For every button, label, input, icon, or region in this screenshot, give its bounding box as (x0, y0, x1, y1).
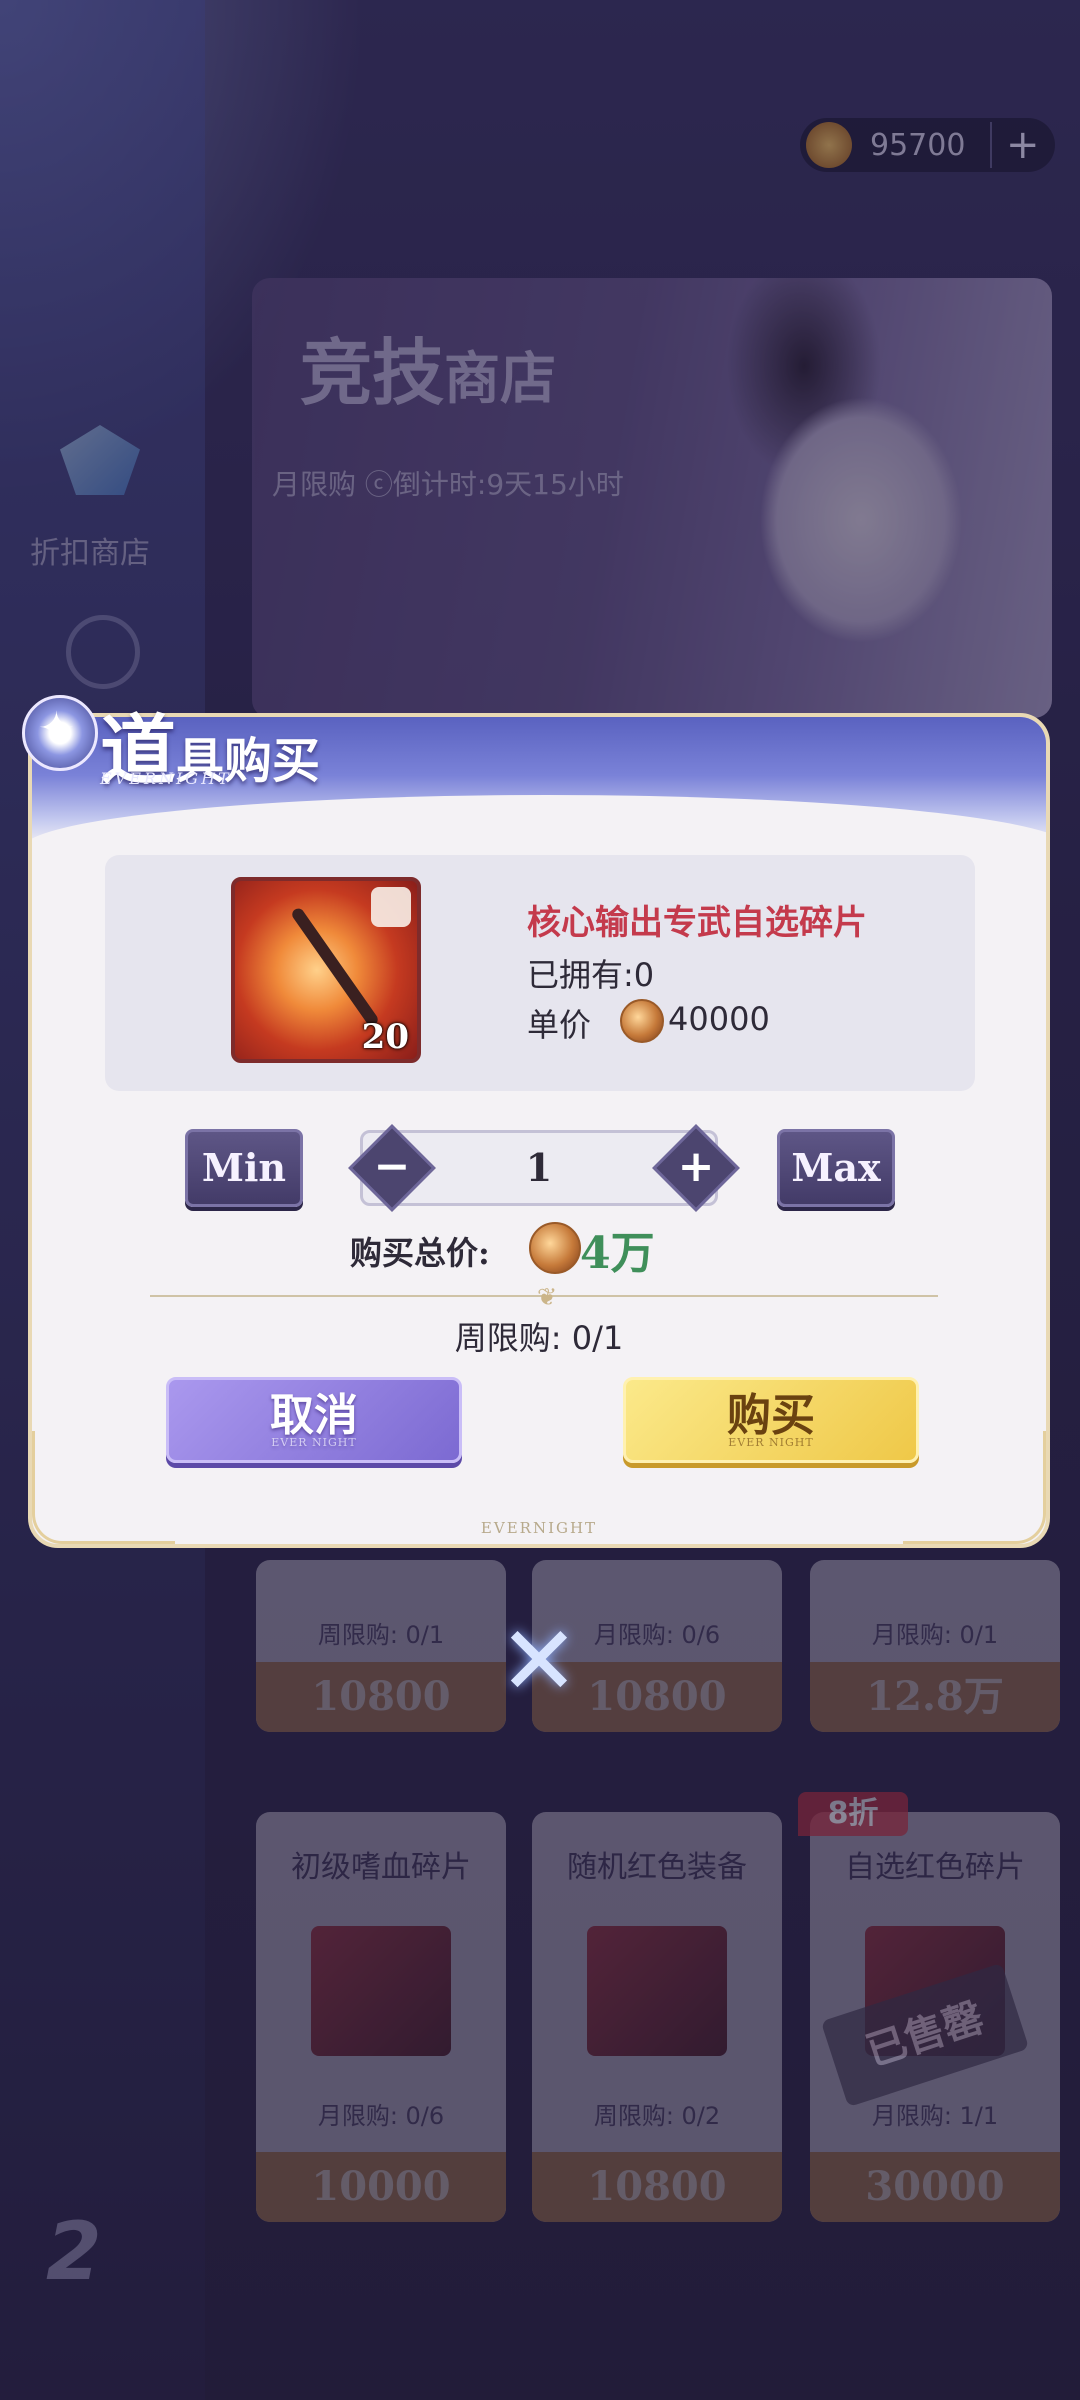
buy-button-label: 购买 (727, 1390, 815, 1441)
cancel-button[interactable]: 取消 EVER NIGHT (166, 1377, 462, 1463)
cancel-button-label: 取消 (270, 1390, 358, 1441)
brand-footer: EVERNIGHT (480, 1519, 598, 1537)
minus-icon: − (373, 1141, 411, 1192)
puzzle-piece-icon (371, 887, 411, 927)
weapon-blade-icon (289, 906, 381, 1028)
item-owned: 已拥有:0 (527, 956, 655, 994)
item-name: 核心输出专武自选碎片 (527, 903, 867, 943)
star-emblem-icon (22, 695, 98, 771)
purchase-dialog: 20 核心输出专武自选碎片 已拥有:0 单价 40000 Min 1 − + M… (22, 695, 1050, 1548)
total-price-label: 购买总价: (350, 1234, 490, 1272)
medal-coin-icon (620, 999, 664, 1043)
min-button[interactable]: Min (185, 1129, 303, 1207)
cancel-button-sub: EVER NIGHT (271, 1436, 357, 1449)
weapon-fragment-icon[interactable]: 20 (231, 877, 421, 1063)
dialog-subtitle: EVERNIGHT (100, 769, 232, 788)
item-count: 20 (361, 1017, 409, 1057)
divider-ornament-icon: ❦ (536, 1283, 558, 1311)
unit-price-label: 单价 (527, 1006, 592, 1044)
buy-button-sub: EVER NIGHT (728, 1436, 814, 1449)
total-price-value: 4万 (580, 1228, 655, 1279)
max-button[interactable]: Max (777, 1129, 895, 1207)
buy-button[interactable]: 购买 EVER NIGHT (623, 1377, 919, 1463)
dialog-panel: 20 核心输出专武自选碎片 已拥有:0 单价 40000 Min 1 − + M… (28, 713, 1050, 1548)
close-icon[interactable]: ✕ (496, 1613, 582, 1709)
medal-coin-icon (529, 1222, 581, 1274)
plus-icon: + (677, 1141, 715, 1192)
weekly-limit: 周限购: 0/1 (454, 1319, 624, 1357)
unit-price-value: 40000 (668, 1000, 770, 1038)
